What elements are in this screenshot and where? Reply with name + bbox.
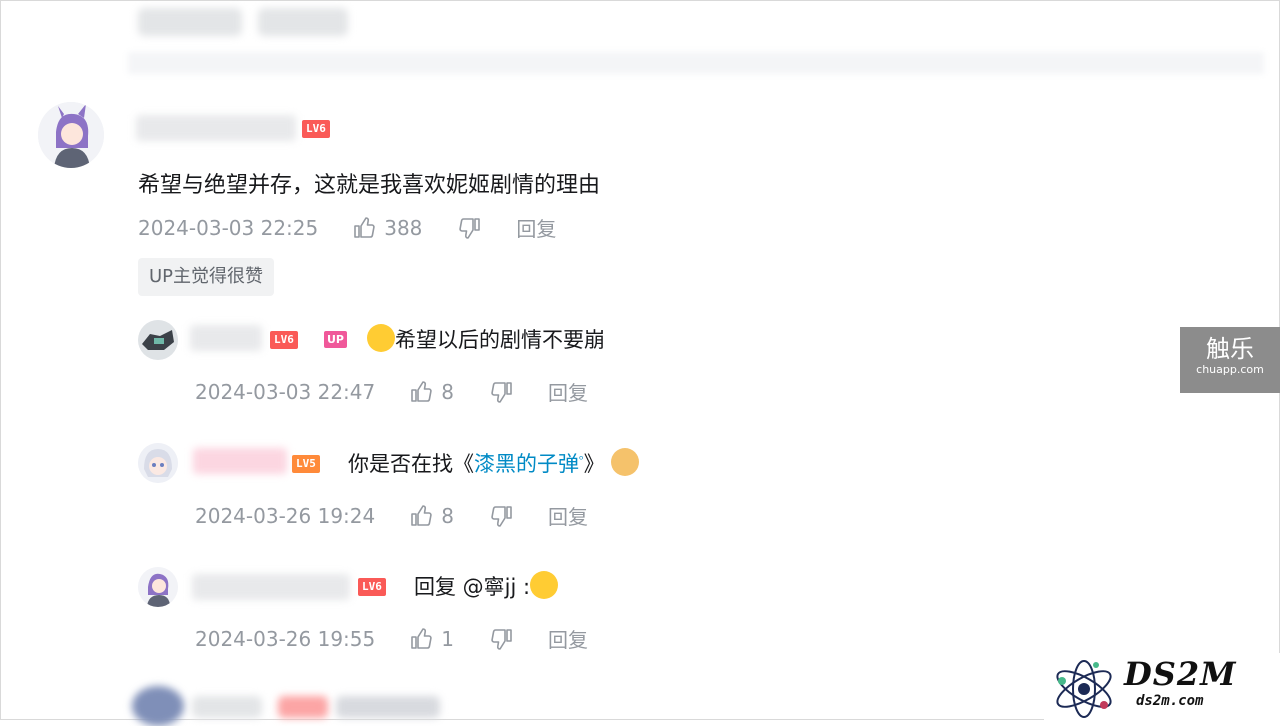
reply-text-content: 希望以后的剧情不要崩 bbox=[395, 328, 605, 352]
thumb-up-icon bbox=[411, 504, 432, 526]
user-avatar[interactable] bbox=[138, 443, 178, 483]
reply-text-content: 回复 @寧jj : bbox=[414, 575, 531, 599]
mech-avatar-icon bbox=[138, 320, 178, 360]
reply-button[interactable]: 回复 bbox=[516, 213, 556, 242]
thumb-down-icon bbox=[491, 381, 512, 403]
like-count: 8 bbox=[441, 503, 454, 528]
reply-text: 你是否在找《漆黑的子弹ᵒ》 bbox=[348, 448, 640, 478]
thumb-up-icon bbox=[411, 627, 432, 649]
reply-button[interactable]: 回复 bbox=[548, 501, 588, 530]
thumb-up-icon bbox=[411, 380, 432, 402]
search-link-text[interactable]: 漆黑的子弹 bbox=[474, 452, 579, 476]
reply-meta: 2024-03-26 19:55 1 回复 bbox=[195, 624, 588, 653]
reply-button[interactable]: 回复 bbox=[548, 624, 588, 653]
blurred-level bbox=[278, 696, 328, 718]
anime-avatar-icon bbox=[38, 102, 104, 168]
like-button[interactable]: 388 bbox=[352, 216, 422, 240]
crying-emoji-icon bbox=[530, 571, 559, 599]
ds2m-title: DS2M bbox=[1124, 655, 1237, 693]
reply-text-prefix: 你是否在找《 bbox=[348, 452, 474, 476]
reply-text: 希望以后的剧情不要崩 bbox=[367, 324, 605, 354]
up-tag: UP bbox=[324, 331, 347, 348]
level-badge: LV6 bbox=[302, 120, 330, 138]
like-button[interactable]: 8 bbox=[409, 380, 454, 404]
like-count: 8 bbox=[441, 379, 454, 404]
watermark-subtitle: chuapp.com bbox=[1196, 363, 1264, 376]
reply-meta: 2024-03-26 19:24 8 回复 bbox=[195, 501, 588, 530]
dislike-button[interactable] bbox=[458, 216, 482, 240]
dislike-button[interactable] bbox=[490, 504, 514, 528]
atom-logo-icon bbox=[1056, 660, 1112, 718]
reply-date: 2024-03-03 22:47 bbox=[195, 379, 376, 404]
doge-emoji-icon bbox=[611, 448, 640, 476]
reply-date: 2024-03-26 19:24 bbox=[195, 503, 376, 528]
ds2m-subtitle: ds2m.com bbox=[1136, 693, 1204, 709]
reply-text: 回复 @寧jj : bbox=[414, 571, 559, 601]
username[interactable] bbox=[136, 115, 296, 141]
page-frame bbox=[0, 0, 1280, 720]
dislike-button[interactable] bbox=[490, 627, 514, 651]
reply-button[interactable]: 回复 bbox=[548, 377, 588, 406]
comment-text: 希望与绝望并存，这就是我喜欢妮姬剧情的理由 bbox=[138, 173, 601, 198]
blurred-avatar bbox=[132, 686, 184, 726]
reply-text-suffix: 》 bbox=[583, 452, 605, 476]
dislike-button[interactable] bbox=[490, 380, 514, 404]
reply-date: 2024-03-26 19:55 bbox=[195, 626, 376, 651]
laugh-cry-emoji-icon bbox=[367, 324, 395, 352]
thumb-down-icon bbox=[491, 505, 512, 527]
ds2m-logo: DS2M ds2m.com bbox=[1044, 653, 1280, 720]
username[interactable] bbox=[193, 448, 287, 474]
blurred-tab[interactable] bbox=[138, 8, 242, 36]
user-avatar[interactable] bbox=[138, 320, 178, 360]
comment-date: 2024-03-03 22:25 bbox=[138, 215, 319, 240]
anime-girl-avatar-icon bbox=[138, 443, 178, 483]
reply-meta: 2024-03-03 22:47 8 回复 bbox=[195, 377, 588, 406]
username[interactable] bbox=[192, 574, 350, 600]
thumb-up-icon bbox=[354, 216, 375, 238]
up-liked-badge: UP主觉得很赞 bbox=[138, 258, 275, 296]
level-badge: LV5 bbox=[292, 455, 320, 473]
level-badge: LV6 bbox=[270, 331, 298, 349]
blurred-text bbox=[336, 696, 440, 718]
comment-meta: 2024-03-03 22:25 388 回复 bbox=[138, 213, 556, 242]
chuapp-watermark: 触乐 chuapp.com bbox=[1180, 327, 1280, 393]
thumb-down-icon bbox=[459, 217, 481, 239]
blurred-divider bbox=[128, 52, 1264, 74]
user-avatar[interactable] bbox=[138, 567, 178, 607]
blurred-tab[interactable] bbox=[258, 8, 348, 36]
search-link[interactable]: 漆黑的子弹ᵒ bbox=[474, 452, 584, 476]
like-button[interactable]: 8 bbox=[409, 504, 454, 528]
user-avatar[interactable] bbox=[38, 102, 104, 168]
thumb-down-icon bbox=[491, 628, 512, 650]
anime-avatar-icon bbox=[138, 567, 178, 607]
blurred-username bbox=[192, 696, 262, 718]
level-badge: LV6 bbox=[358, 578, 386, 596]
like-count: 388 bbox=[384, 215, 423, 240]
like-count: 1 bbox=[441, 626, 454, 651]
like-button[interactable]: 1 bbox=[409, 627, 454, 651]
watermark-title: 触乐 bbox=[1206, 335, 1254, 363]
username[interactable] bbox=[190, 325, 262, 351]
